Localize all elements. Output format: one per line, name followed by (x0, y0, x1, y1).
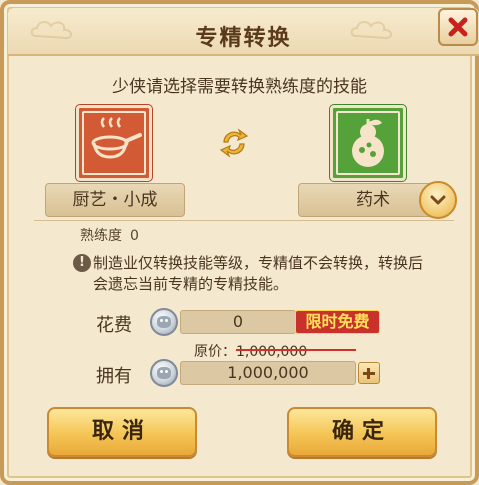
dialog-title: 专精转换 (195, 26, 292, 51)
swap-arrows-icon (219, 128, 249, 158)
add-currency-button[interactable] (358, 362, 380, 384)
silver-coin-icon (150, 359, 178, 387)
original-price: 原价：1,000,000 (194, 341, 307, 361)
instruction-text: 少侠请选择需要转换熟练度的技能 (112, 77, 367, 97)
notice-text: 制造业仅转换技能等级，专精值不会转换，转换后会遗忘当前专精的专精技能。 (93, 254, 424, 293)
cost-value: 0 (180, 310, 296, 334)
confirm-button[interactable]: 确定 (287, 407, 437, 457)
divider (34, 220, 454, 221)
original-price-label: 原价： (194, 344, 236, 360)
close-icon (448, 17, 468, 37)
cooking-pan-icon (91, 117, 142, 159)
title-bar: 专精转换 (8, 8, 479, 56)
close-button[interactable] (438, 8, 478, 46)
proficiency-label: 熟练度 (80, 228, 122, 244)
proficiency-row: 熟练度 0 (80, 225, 139, 245)
skill-dropdown-button[interactable] (419, 181, 457, 219)
owned-label: 拥有 (96, 366, 132, 387)
proficiency-value: 0 (130, 228, 139, 244)
exclamation-icon: ! (73, 254, 91, 272)
cost-label: 花费 (96, 315, 132, 336)
skill-conversion-dialog: 专精转换 少侠请选择需要转换熟练度的技能 厨艺・小成 药术 熟练度 0 ! 制造… (0, 0, 479, 485)
owned-value: 1,000,000 (180, 361, 356, 385)
cancel-button[interactable]: 取消 (47, 407, 197, 457)
silver-coin-icon (150, 308, 178, 336)
limited-free-badge: 限时免费 (295, 310, 380, 334)
source-skill-frame (82, 111, 146, 175)
target-skill-slot[interactable] (330, 105, 406, 181)
target-skill-frame (336, 111, 400, 175)
strikethrough-line (236, 349, 356, 351)
source-skill-slot[interactable] (76, 105, 152, 181)
source-skill-label: 厨艺・小成 (45, 183, 185, 217)
chevron-down-icon (430, 195, 446, 205)
medicine-gourd-icon (352, 119, 384, 167)
original-price-value: 1,000,000 (236, 344, 308, 360)
